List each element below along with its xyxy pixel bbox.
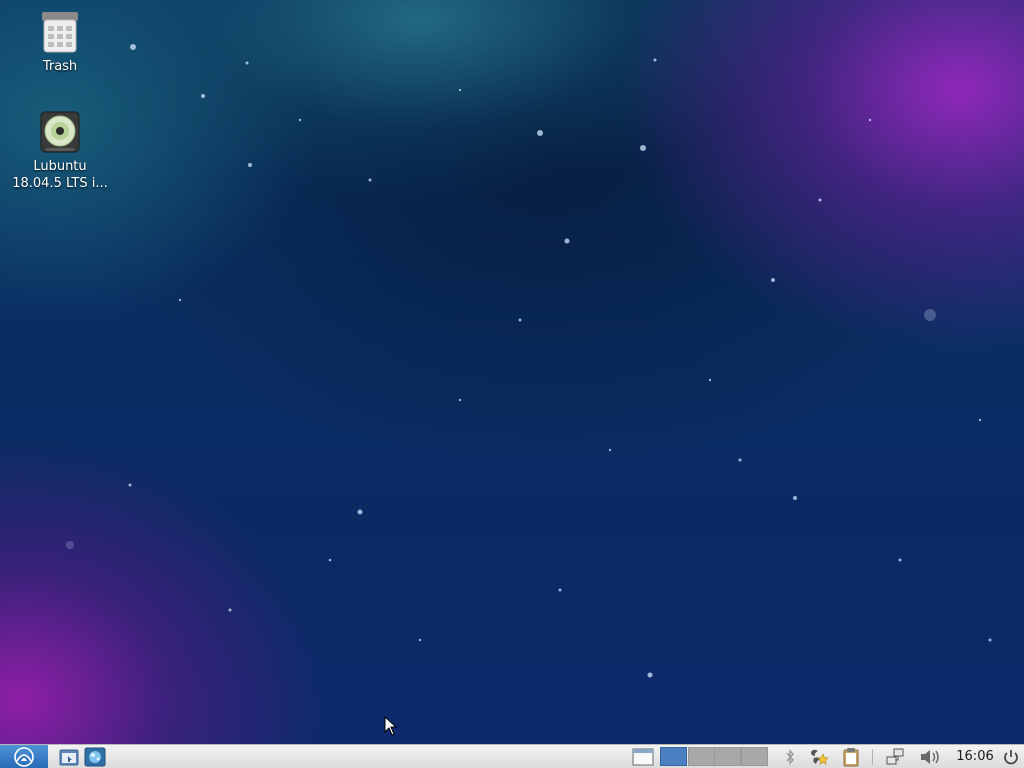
file-manager-launcher[interactable]: [57, 745, 81, 768]
main-menu-button[interactable]: [0, 745, 48, 768]
clock[interactable]: 16:06: [950, 745, 1000, 768]
desktop-background[interactable]: Trash Lubuntu 18.04.5 LTS i...: [0, 0, 1024, 744]
web-browser-icon: [84, 747, 106, 766]
clipboard-icon: [843, 747, 859, 766]
power-button[interactable]: [998, 745, 1024, 768]
network-icon: [886, 748, 904, 764]
star-field: [66, 44, 992, 678]
tray-separator: [872, 749, 873, 765]
software-update-tray-button[interactable]: [806, 745, 832, 768]
optical-disc-icon: [40, 111, 80, 153]
desktop-icon-lubuntu-disc[interactable]: Lubuntu 18.04.5 LTS i...: [5, 110, 115, 192]
clipboard-tray-button[interactable]: [838, 745, 864, 768]
file-manager-icon: [59, 749, 79, 765]
workspace-3[interactable]: [714, 747, 741, 766]
volume-tray-button[interactable]: [916, 745, 944, 768]
mouse-pointer-icon: [384, 716, 398, 736]
desktop-icon-label: Trash: [42, 59, 78, 74]
desktop-icon-label-line2: 18.04.5 LTS i...: [12, 176, 108, 191]
software-update-icon: [811, 749, 829, 765]
show-desktop-icon: [632, 748, 654, 765]
bluetooth-tray-button[interactable]: [780, 745, 800, 768]
show-desktop-button[interactable]: [630, 745, 656, 768]
web-browser-launcher[interactable]: [83, 745, 107, 768]
workspace-2[interactable]: [688, 747, 715, 766]
bluetooth-icon: [786, 748, 794, 765]
trash-icon: [42, 12, 78, 53]
desktop-icon-label: Lubuntu: [33, 159, 87, 174]
desktop-icon-trash[interactable]: Trash: [5, 10, 115, 75]
power-icon: [1004, 749, 1018, 764]
lubuntu-menu-icon: [14, 746, 34, 767]
volume-icon: [921, 749, 939, 764]
workspace-4[interactable]: [741, 747, 768, 766]
workspace-1[interactable]: [660, 747, 687, 766]
taskbar: 16:06: [0, 744, 1024, 768]
network-tray-button[interactable]: [882, 745, 908, 768]
